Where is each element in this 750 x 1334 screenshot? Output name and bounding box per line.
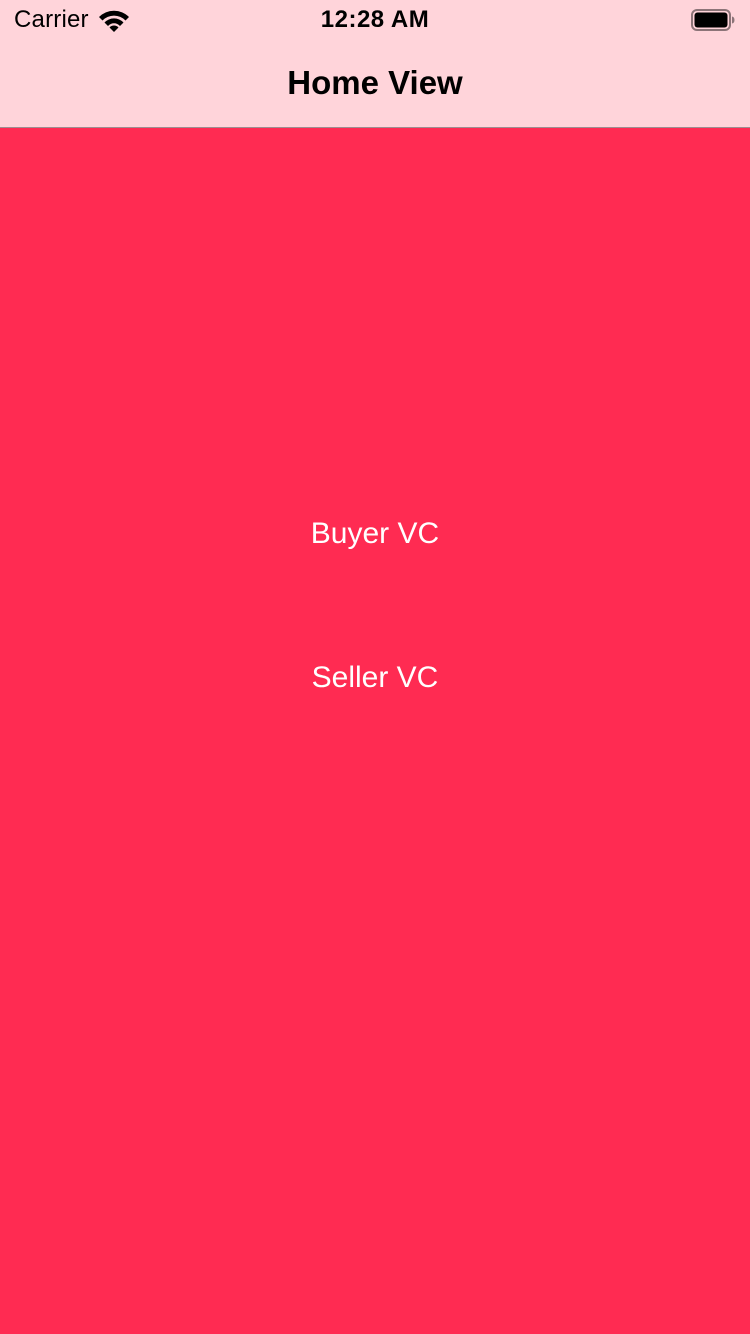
top-bar: Carrier 12:28 AM Home View bbox=[0, 0, 750, 128]
status-bar: Carrier 12:28 AM bbox=[0, 0, 750, 40]
status-time: 12:28 AM bbox=[320, 6, 430, 33]
battery-icon bbox=[691, 9, 735, 31]
main-content: Buyer VC Seller VC bbox=[0, 128, 750, 1334]
seller-vc-button[interactable]: Seller VC bbox=[225, 648, 525, 708]
app-screen: Carrier 12:28 AM Home View Buyer VC Sell… bbox=[0, 0, 750, 1334]
buyer-vc-button[interactable]: Buyer VC bbox=[225, 504, 525, 564]
nav-title: Home View bbox=[287, 64, 463, 101]
